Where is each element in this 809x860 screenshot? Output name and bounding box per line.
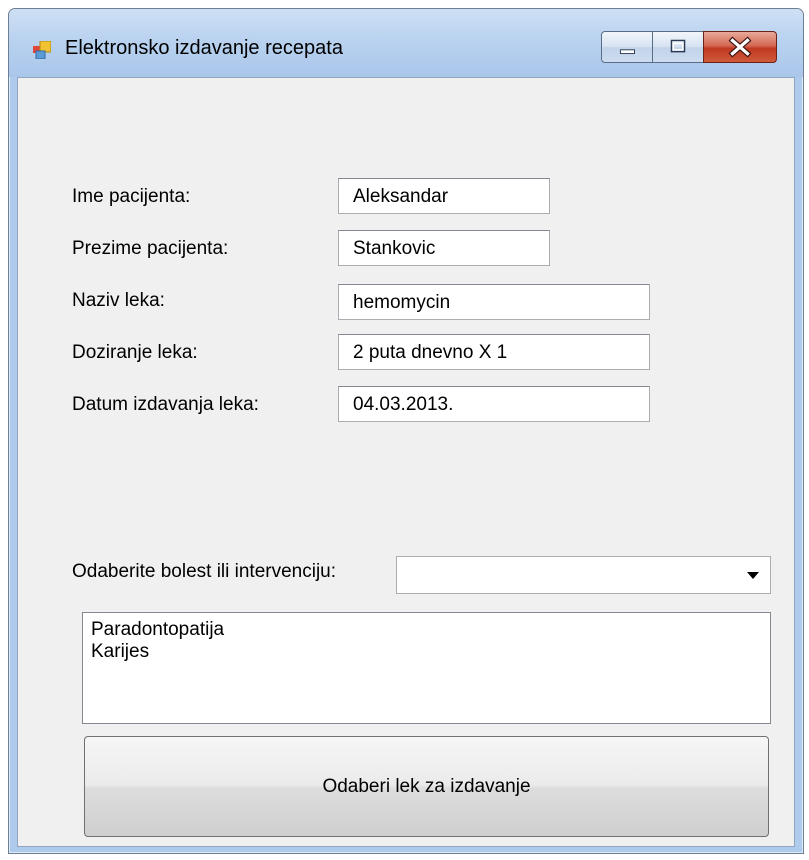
maximize-icon [670, 39, 686, 53]
prezime-pacijenta-input[interactable]: Stankovic [338, 230, 550, 266]
bolest-intervencija-select[interactable] [396, 556, 771, 594]
chevron-down-icon[interactable] [746, 570, 760, 580]
window-title: Elektronsko izdavanje recepata [65, 37, 343, 59]
list-item[interactable]: Paradontopatija [91, 619, 770, 641]
close-icon [728, 36, 752, 58]
doziranje-leka-input[interactable]: 2 puta dnevno X 1 [338, 334, 650, 370]
minimize-button[interactable] [601, 31, 653, 63]
app-window: Elektronsko izdavanje recepata Ime pacij… [8, 8, 804, 854]
minimize-icon [619, 49, 635, 55]
list-item[interactable]: Karijes [91, 641, 770, 663]
title-bar[interactable]: Elektronsko izdavanje recepata [9, 9, 803, 77]
label-bolest-intervencija: Odaberite bolest ili intervenciju: [72, 561, 337, 582]
ime-pacijenta-input[interactable]: Aleksandar [338, 178, 550, 214]
datum-izdavanja-leka-input[interactable]: 04.03.2013. [338, 386, 650, 422]
label-naziv-leka: Naziv leka: [72, 290, 165, 311]
label-datum-izdavanja-leka: Datum izdavanja leka: [72, 394, 259, 415]
label-ime-pacijenta: Ime pacijenta: [72, 186, 191, 207]
odaberi-lek-button[interactable]: Odaberi lek za izdavanje [84, 736, 769, 837]
window-app-icon[interactable] [33, 40, 52, 60]
maximize-button[interactable] [652, 31, 704, 63]
bolest-listbox[interactable]: Paradontopatija Karijes [82, 612, 771, 724]
label-prezime-pacijenta: Prezime pacijenta: [72, 238, 229, 259]
close-button[interactable] [703, 31, 777, 63]
label-doziranje-leka: Doziranje leka: [72, 342, 198, 363]
naziv-leka-input[interactable]: hemomycin [338, 284, 650, 320]
form-client-area: Ime pacijenta: Aleksandar Prezime pacije… [17, 77, 795, 847]
